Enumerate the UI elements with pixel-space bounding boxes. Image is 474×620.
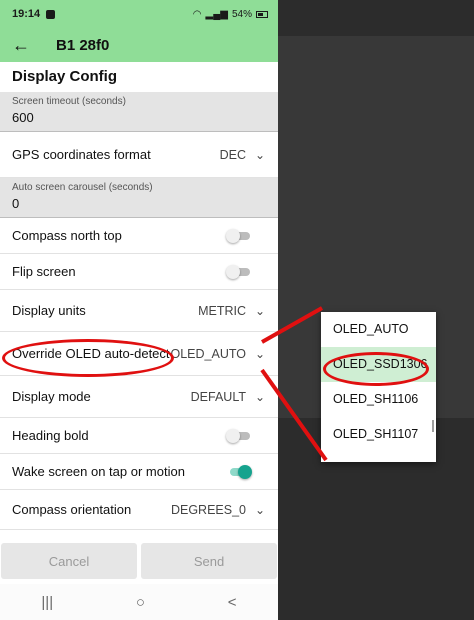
send-button[interactable]: Send bbox=[141, 543, 277, 579]
navigation-bar: ||| ○ < bbox=[0, 584, 278, 620]
battery-icon bbox=[256, 10, 268, 18]
battery-percent: 54% bbox=[231, 8, 252, 20]
override-oled-row[interactable]: Override OLED auto-detect OLED_AUTO ⌄ bbox=[0, 332, 278, 376]
display-units-row[interactable]: Display units METRIC ⌄ bbox=[0, 290, 278, 332]
flip-screen-toggle[interactable] bbox=[226, 264, 252, 279]
notification-icon bbox=[46, 9, 56, 19]
signal-icon: ▂▄▆ bbox=[205, 8, 228, 20]
screen-timeout-field[interactable]: Screen timeout (seconds) 600 bbox=[0, 92, 278, 132]
phone-screen: 19:14 ◠ ▂▄▆ 54% ← B1 28f0 Display Config… bbox=[0, 0, 278, 620]
chevron-down-icon[interactable]: ⌄ bbox=[254, 503, 266, 517]
compass-orientation-value: DEGREES_0 bbox=[170, 502, 246, 517]
wake-screen-row[interactable]: Wake screen on tap or motion bbox=[0, 454, 278, 490]
button-bar: Cancel Send bbox=[0, 543, 278, 583]
heading-bold-toggle[interactable] bbox=[226, 428, 252, 443]
flip-screen-label: Flip screen bbox=[12, 264, 76, 279]
flip-screen-row[interactable]: Flip screen bbox=[0, 254, 278, 290]
section-title: Display Config bbox=[12, 68, 118, 85]
app-bar: ← B1 28f0 bbox=[0, 28, 278, 62]
chevron-down-icon[interactable]: ⌄ bbox=[254, 304, 266, 318]
display-units-value: METRIC bbox=[198, 303, 246, 318]
back-icon[interactable]: < bbox=[228, 594, 237, 611]
status-time: 19:14 bbox=[12, 8, 41, 20]
wake-screen-toggle[interactable] bbox=[226, 464, 252, 479]
override-oled-label: Override OLED auto-detect bbox=[12, 346, 170, 361]
chevron-down-icon[interactable]: ⌄ bbox=[254, 390, 266, 404]
override-oled-value: OLED_AUTO bbox=[170, 346, 247, 361]
cancel-button[interactable]: Cancel bbox=[1, 543, 137, 579]
option-oled-sh1106[interactable]: OLED_SH1106 bbox=[321, 382, 436, 417]
display-mode-label: Display mode bbox=[12, 389, 91, 404]
screen-timeout-label: Screen timeout (seconds) bbox=[12, 96, 126, 107]
option-oled-ssd1306[interactable]: OLED_SSD1306 bbox=[321, 347, 436, 382]
screen-timeout-value[interactable]: 600 bbox=[12, 110, 266, 125]
wifi-icon: ◠ bbox=[192, 8, 202, 20]
option-oled-auto[interactable]: OLED_AUTO bbox=[321, 312, 436, 347]
gps-format-row[interactable]: GPS coordinates format DEC ⌄ bbox=[0, 132, 278, 178]
heading-bold-row[interactable]: Heading bold bbox=[0, 418, 278, 454]
oled-dropdown-menu: OLED_AUTO OLED_SSD1306 OLED_SH1106 OLED_… bbox=[321, 312, 436, 462]
gps-format-label: GPS coordinates format bbox=[12, 147, 151, 162]
option-oled-sh1107[interactable]: OLED_SH1107 bbox=[321, 417, 436, 452]
chevron-down-icon[interactable]: ⌄ bbox=[254, 148, 266, 162]
compass-north-top-label: Compass north top bbox=[12, 228, 122, 243]
display-mode-value: DEFAULT bbox=[190, 389, 246, 404]
recents-icon[interactable]: ||| bbox=[41, 594, 53, 611]
chevron-down-icon[interactable]: ⌄ bbox=[254, 347, 266, 361]
compass-north-top-row[interactable]: Compass north top bbox=[0, 218, 278, 254]
back-arrow-icon[interactable]: ← bbox=[12, 35, 42, 56]
display-mode-row[interactable]: Display mode DEFAULT ⌄ bbox=[0, 376, 278, 418]
display-units-label: Display units bbox=[12, 303, 86, 318]
status-bar: 19:14 ◠ ▂▄▆ 54% bbox=[0, 0, 278, 28]
app-title: B1 28f0 bbox=[56, 36, 110, 54]
heading-bold-label: Heading bold bbox=[12, 428, 89, 443]
auto-carousel-field[interactable]: Auto screen carousel (seconds) 0 bbox=[0, 178, 278, 218]
auto-carousel-value[interactable]: 0 bbox=[12, 196, 266, 211]
compass-orientation-label: Compass orientation bbox=[12, 502, 132, 517]
compass-orientation-row[interactable]: Compass orientation DEGREES_0 ⌄ bbox=[0, 490, 278, 530]
status-icons: ◠ ▂▄▆ 54% bbox=[193, 9, 268, 20]
home-icon[interactable]: ○ bbox=[136, 594, 145, 611]
dropdown-scrollbar[interactable] bbox=[432, 420, 434, 432]
compass-north-top-toggle[interactable] bbox=[226, 228, 252, 243]
auto-carousel-label: Auto screen carousel (seconds) bbox=[12, 182, 153, 193]
gps-format-value: DEC bbox=[219, 147, 246, 162]
wake-screen-label: Wake screen on tap or motion bbox=[12, 464, 185, 479]
